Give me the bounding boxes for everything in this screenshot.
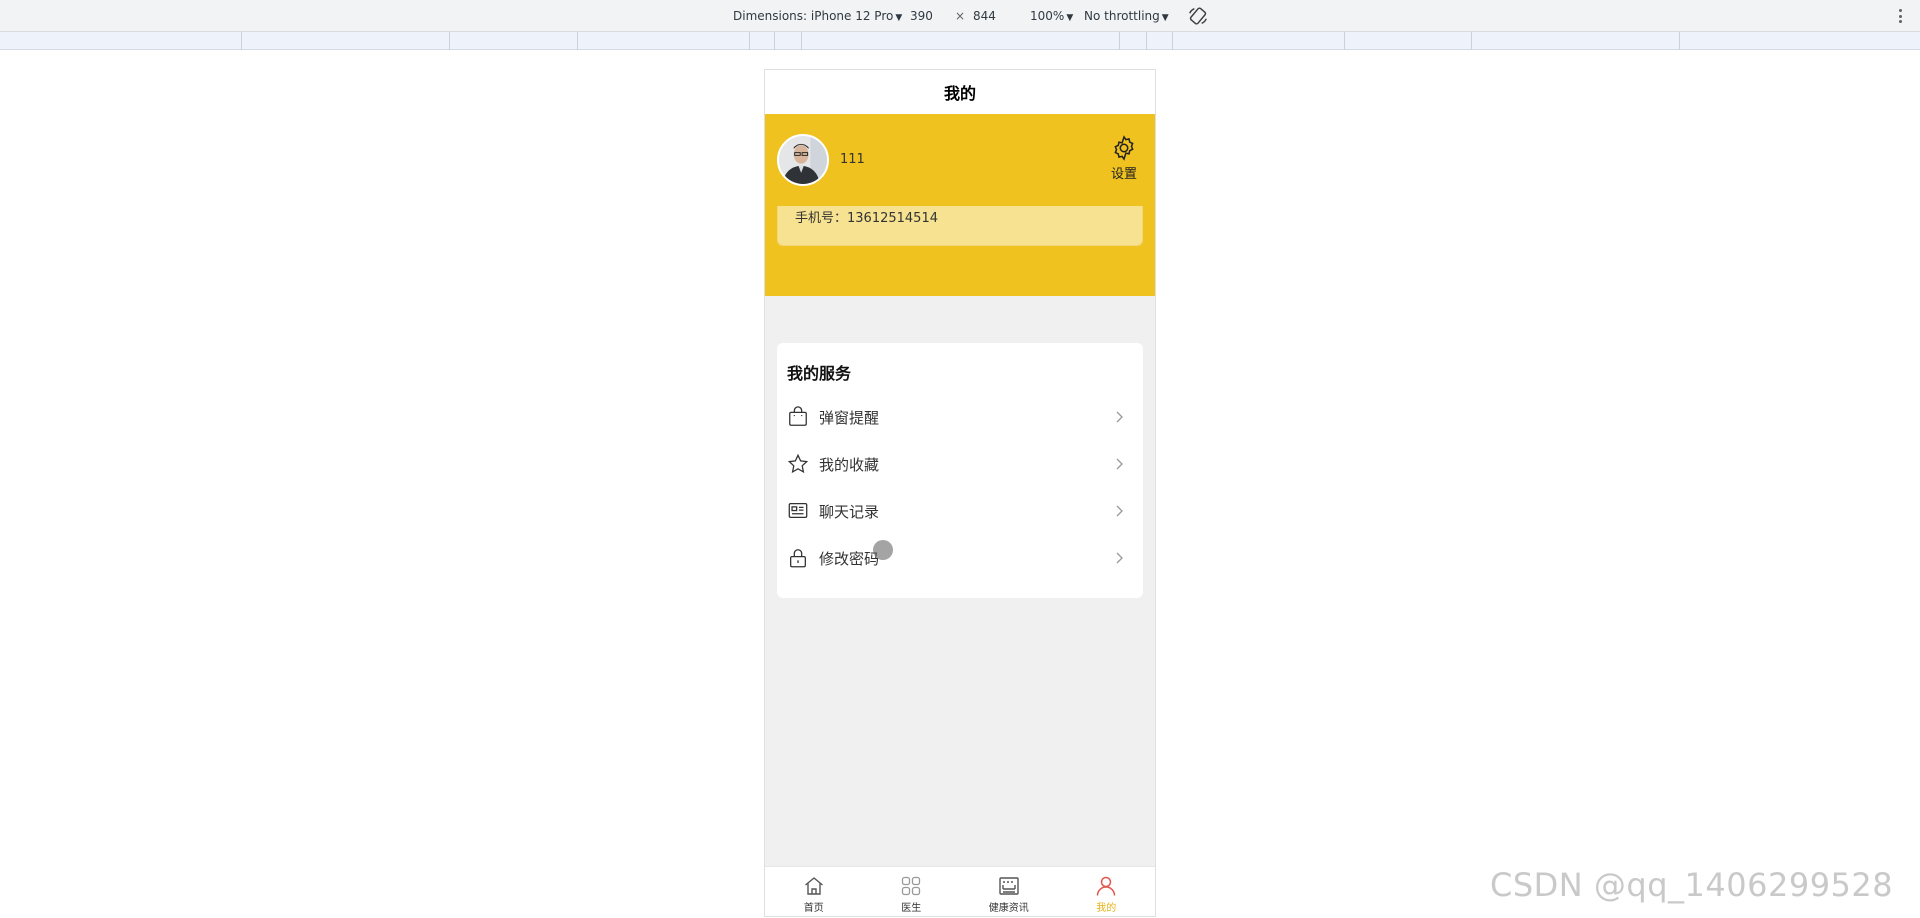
service-item-change-password[interactable]: 修改密码 xyxy=(777,538,1143,578)
rotate-icon[interactable] xyxy=(1187,5,1209,27)
ruler-segment[interactable] xyxy=(1679,32,1680,50)
ruler-segment[interactable] xyxy=(749,32,750,50)
tab-label: 健康资讯 xyxy=(988,903,1029,914)
tab-label: 医生 xyxy=(901,903,922,914)
ruler-segment[interactable] xyxy=(1172,32,1173,50)
times-sign: × xyxy=(955,9,966,23)
lock-icon xyxy=(790,549,806,568)
settings-label: 设置 xyxy=(1110,167,1137,182)
ruler-segment[interactable] xyxy=(241,32,242,50)
services-panel: 我的服务 弹窗提醒 我的收藏 聊天记录 修改密码 xyxy=(777,343,1143,598)
user-photo-icon xyxy=(779,136,827,184)
news-icon xyxy=(999,877,1019,895)
throttling-label: No throttling xyxy=(1084,9,1160,23)
ruler-segment[interactable] xyxy=(801,32,802,50)
service-item-label: 我的收藏 xyxy=(819,455,880,474)
grid-icon xyxy=(902,876,921,896)
gear-icon xyxy=(1114,135,1134,161)
tab-label: 我的 xyxy=(1096,903,1117,914)
touch-cursor xyxy=(873,540,893,560)
chevron-right-icon xyxy=(1116,505,1123,517)
service-item-label: 修改密码 xyxy=(819,549,880,568)
more-options-icon[interactable] xyxy=(1893,6,1907,26)
ruler-segment[interactable] xyxy=(1119,32,1120,50)
username: 111 xyxy=(840,152,865,167)
phone-viewport: 我的 111 设置 手机号：13612514514 我的服务 弹窗提醒 我的收藏… xyxy=(764,69,1156,917)
bottom-tab-bar: 首页 医生 健康资讯 我的 xyxy=(765,866,1156,916)
message-card-icon xyxy=(788,503,808,519)
devtools-device-toolbar: Dimensions: iPhone 12 Pro ▼ 390 × 844 100… xyxy=(0,0,1920,32)
phone-number-card: 手机号：13612514514 xyxy=(777,206,1143,246)
width-input[interactable]: 390 xyxy=(910,9,933,23)
service-item-label: 聊天记录 xyxy=(819,502,880,521)
service-item-favorites[interactable]: 我的收藏 xyxy=(777,444,1143,484)
dimensions-dropdown[interactable]: Dimensions: iPhone 12 Pro ▼ xyxy=(733,9,902,23)
tab-label: 首页 xyxy=(803,903,824,914)
ruler-segment[interactable] xyxy=(1146,32,1147,50)
dimensions-label: Dimensions: iPhone 12 Pro xyxy=(733,9,894,23)
user-icon xyxy=(1097,876,1116,896)
zoom-dropdown[interactable]: 100% ▼ xyxy=(1030,9,1073,23)
shopping-bag-icon xyxy=(789,406,807,426)
service-item-label: 弹窗提醒 xyxy=(819,408,880,427)
services-title: 我的服务 xyxy=(787,364,852,383)
ruler-segment[interactable] xyxy=(774,32,775,50)
chevron-right-icon xyxy=(1116,458,1123,470)
chevron-right-icon xyxy=(1116,411,1123,423)
zoom-label: 100% xyxy=(1030,9,1065,23)
page-title: 我的 xyxy=(765,70,1155,114)
ruler-segment[interactable] xyxy=(1344,32,1345,50)
tab-doctors[interactable]: 医生 xyxy=(863,867,961,916)
star-icon xyxy=(787,453,809,474)
ruler-segment[interactable] xyxy=(577,32,578,50)
watermark: CSDN @qq_1406299528 xyxy=(1490,866,1894,904)
profile-header: 111 设置 手机号：13612514514 xyxy=(765,114,1155,296)
settings-button[interactable]: 设置 xyxy=(1104,134,1144,182)
home-icon xyxy=(804,877,823,895)
height-input[interactable]: 844 xyxy=(973,9,996,23)
service-item-chat-history[interactable]: 聊天记录 xyxy=(777,491,1143,531)
tab-home[interactable]: 首页 xyxy=(765,867,863,916)
tab-health-news[interactable]: 健康资讯 xyxy=(960,867,1058,916)
chevron-right-icon xyxy=(1116,552,1123,564)
throttling-dropdown[interactable]: No throttling ▼ xyxy=(1084,9,1169,23)
media-query-ruler xyxy=(0,32,1920,50)
service-item-popup-reminder[interactable]: 弹窗提醒 xyxy=(777,397,1143,437)
ruler-segment[interactable] xyxy=(1471,32,1472,50)
chevron-down-icon: ▼ xyxy=(1066,13,1074,23)
ruler-segment[interactable] xyxy=(449,32,450,50)
phone-number: 手机号：13612514514 xyxy=(795,211,938,226)
chevron-down-icon: ▼ xyxy=(1161,13,1169,23)
tab-profile[interactable]: 我的 xyxy=(1058,867,1156,916)
avatar[interactable] xyxy=(777,134,829,186)
chevron-down-icon: ▼ xyxy=(895,13,903,23)
